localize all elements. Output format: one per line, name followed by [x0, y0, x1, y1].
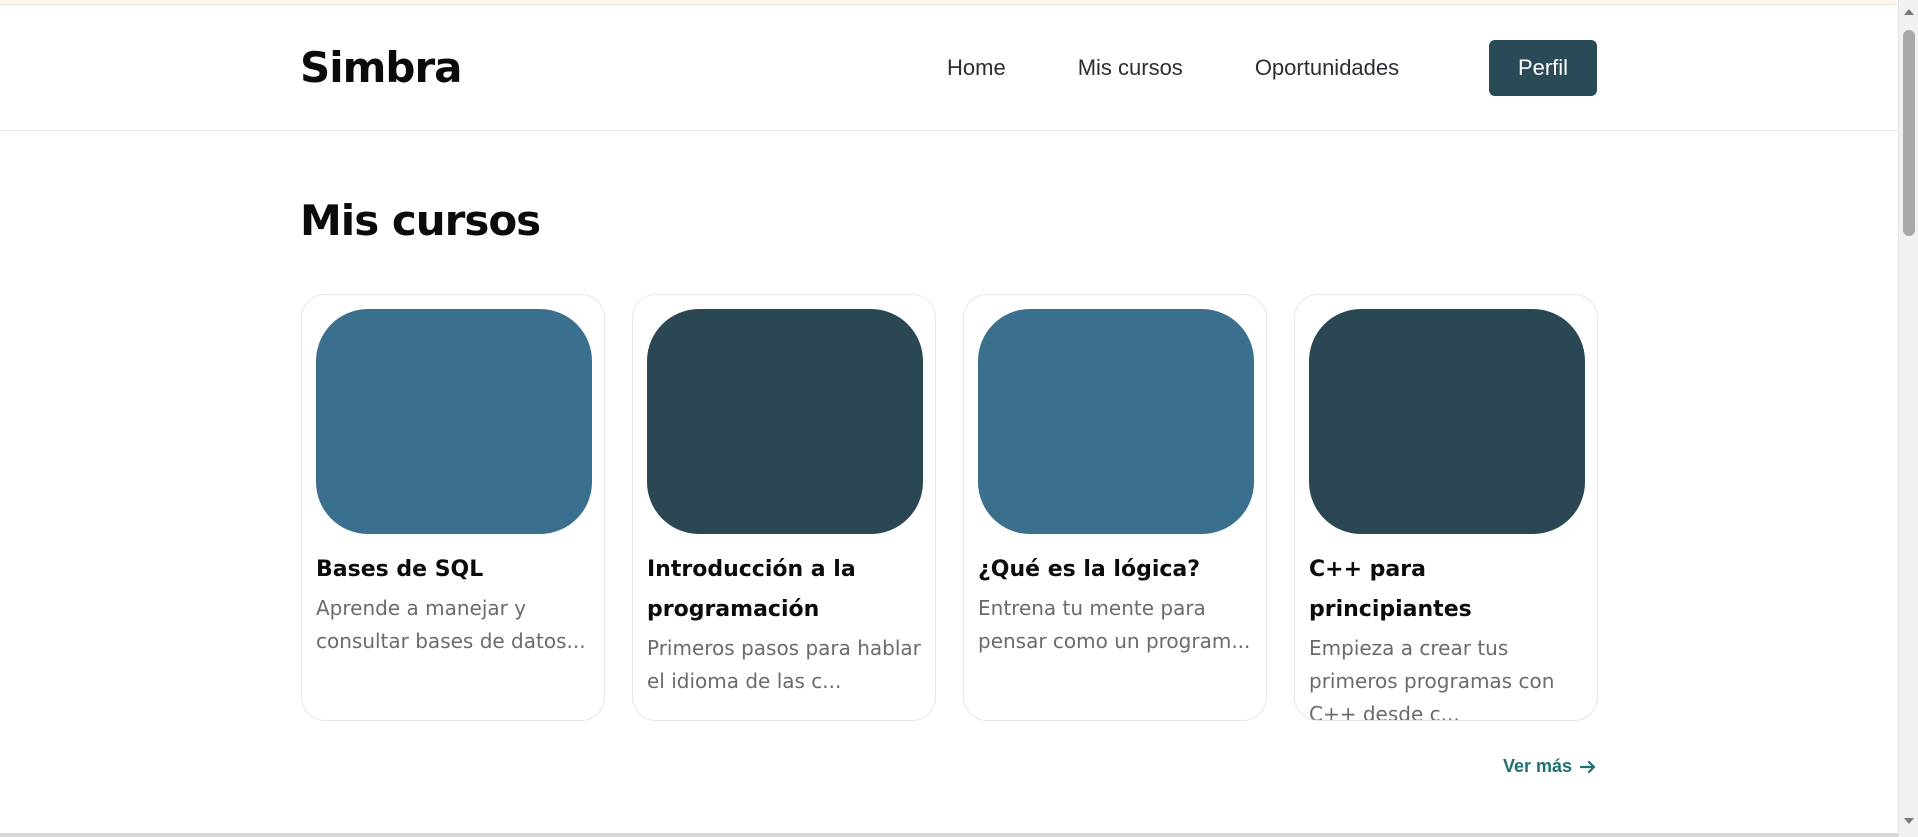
see-more-label: Ver más	[1503, 756, 1573, 776]
vertical-scrollbar[interactable]	[1898, 0, 1918, 837]
course-card[interactable]: C++ para principiantes Empieza a crear t…	[1294, 294, 1598, 721]
course-thumbnail	[1309, 309, 1585, 534]
course-thumbnail	[316, 309, 592, 534]
nav-link-mis-cursos[interactable]: Mis cursos	[1078, 55, 1183, 81]
page-title: Mis cursos	[300, 196, 541, 245]
scroll-down-arrow-icon[interactable]	[1903, 815, 1915, 827]
scroll-up-arrow-icon[interactable]	[1903, 6, 1915, 18]
course-thumbnail	[978, 309, 1254, 534]
course-card[interactable]: Introducción a la programación Primeros …	[632, 294, 936, 721]
course-description: Entrena tu mente para pensar como un pro…	[978, 596, 1251, 653]
course-description: Primeros pasos para hablar el idioma de …	[647, 636, 921, 693]
course-title: Bases de SQL	[316, 557, 484, 582]
nav-link-home[interactable]: Home	[947, 55, 1006, 81]
nav-link-oportunidades[interactable]: Oportunidades	[1255, 55, 1399, 81]
course-title: C++ para principiantes	[1309, 557, 1472, 622]
bottom-border	[0, 833, 1898, 837]
course-thumbnail	[647, 309, 923, 534]
course-title: ¿Qué es la lógica?	[978, 557, 1201, 582]
scrollbar-thumb[interactable]	[1903, 30, 1915, 236]
brand-logo[interactable]: Simbra	[300, 43, 463, 92]
course-card[interactable]: ¿Qué es la lógica? Entrena tu mente para…	[963, 294, 1267, 721]
course-card[interactable]: Bases de SQL Aprende a manejar y consult…	[301, 294, 605, 721]
see-more-link[interactable]: Ver más	[1503, 756, 1598, 777]
course-cards: Bases de SQL Aprende a manejar y consult…	[301, 294, 1598, 721]
course-description: Aprende a manejar y consultar bases de d…	[316, 596, 586, 653]
course-description: Empieza a crear tus primeros programas c…	[1309, 636, 1555, 721]
nav-links: Home Mis cursos Oportunidades	[947, 55, 1471, 81]
profile-button[interactable]: Perfil	[1489, 40, 1597, 96]
navbar: Simbra Home Mis cursos Oportunidades Per…	[0, 5, 1898, 131]
course-title: Introducción a la programación	[647, 557, 856, 622]
arrow-right-icon	[1579, 760, 1596, 773]
browser-viewport: Simbra Home Mis cursos Oportunidades Per…	[0, 0, 1918, 837]
